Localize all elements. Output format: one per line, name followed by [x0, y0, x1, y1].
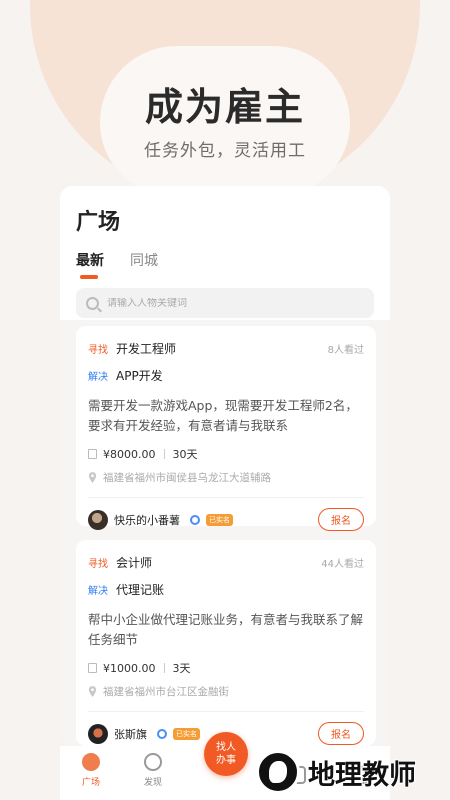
task-description: 帮中小企业做代理记账业务，有意者与我联系了解任务细节: [88, 612, 364, 647]
role-title: 会计师: [116, 556, 153, 570]
find-tag: 寻找: [88, 345, 108, 356]
sign-up-button[interactable]: 报名: [318, 722, 364, 745]
hero-title: 成为雇主: [144, 85, 305, 129]
card-divider: [88, 711, 364, 712]
hero-subtitle: 任务外包，灵活用工: [144, 141, 306, 161]
view-count: 8人看过: [327, 345, 364, 356]
price-icon: [88, 663, 97, 673]
task-location: 福建省福州市闽侯县乌龙江大道辅路: [103, 472, 271, 484]
tab-latest[interactable]: 最新: [76, 250, 104, 279]
verified-search-icon: [157, 728, 167, 739]
watermark-text: 地理教师: [308, 759, 416, 791]
task-location: 福建省福州市台江区金融街: [103, 686, 229, 698]
center-button-line2: 办事: [216, 755, 236, 766]
location-pin-icon: [88, 686, 97, 697]
search-input[interactable]: [107, 297, 307, 309]
real-name-badge: 已实名: [206, 513, 233, 526]
page-title: 广场: [76, 210, 121, 235]
find-tag: 寻找: [88, 559, 108, 570]
center-button-line1: 找人: [216, 742, 236, 753]
price-icon: [88, 449, 97, 459]
task-card[interactable]: 寻找 开发工程师 8人看过 解决 APP开发 需要开发一款游戏App，现需要开发…: [76, 326, 376, 531]
user-name[interactable]: 快乐的小番薯: [114, 512, 180, 528]
tab-label: 发现: [143, 778, 162, 788]
task-description: 需要开发一款游戏App，现需要开发工程师2名，要求有开发经验，有意者请与我联系: [88, 398, 358, 433]
view-count: 44人看过: [321, 559, 364, 570]
task-price: ¥1000.00: [103, 661, 156, 675]
avatar[interactable]: [88, 723, 108, 744]
solve-tag: 解决: [88, 586, 108, 597]
planet-icon: [82, 753, 100, 771]
solve-tag: 解决: [88, 372, 108, 383]
avatar[interactable]: [88, 509, 108, 530]
task-duration: 30天: [172, 448, 198, 461]
task-price: ¥8000.00: [103, 447, 156, 461]
user-name[interactable]: 张斯旗: [114, 726, 147, 742]
sign-up-button[interactable]: 报名: [318, 508, 364, 531]
card-divider: [88, 497, 364, 498]
discover-icon: [144, 753, 162, 771]
role-title: 开发工程师: [116, 342, 177, 356]
meta-divider: [163, 449, 165, 459]
globe-logo-icon: [256, 750, 300, 794]
tab-discover[interactable]: 发现: [133, 753, 173, 788]
search-icon: [86, 296, 99, 310]
tab-square[interactable]: 广场: [71, 753, 111, 788]
verified-search-icon: [190, 514, 200, 525]
task-duration: 3天: [172, 662, 191, 675]
real-name-badge: 已实名: [173, 727, 200, 740]
square-panel: 广场 最新 同城 寻找 开发工程师 8人看过 解决 APP开发 需要开发一款游戏…: [60, 186, 390, 746]
tab-label: 广场: [81, 778, 100, 788]
watermark: 地理教师: [256, 744, 450, 800]
search-bar[interactable]: [76, 288, 374, 318]
task-card[interactable]: 寻找 会计师 44人看过 解决 代理记账 帮中小企业做代理记账业务，有意者与我联…: [76, 540, 376, 746]
panel-header: 广场 最新 同城: [60, 186, 390, 320]
task-title: APP开发: [116, 369, 163, 383]
tab-bar: 最新 同城: [76, 250, 374, 279]
tab-same-city[interactable]: 同城: [130, 250, 158, 270]
task-title: 代理记账: [116, 583, 165, 597]
find-help-button[interactable]: 找人 办事: [204, 732, 248, 776]
location-pin-icon: [88, 472, 97, 483]
meta-divider: [163, 663, 165, 673]
